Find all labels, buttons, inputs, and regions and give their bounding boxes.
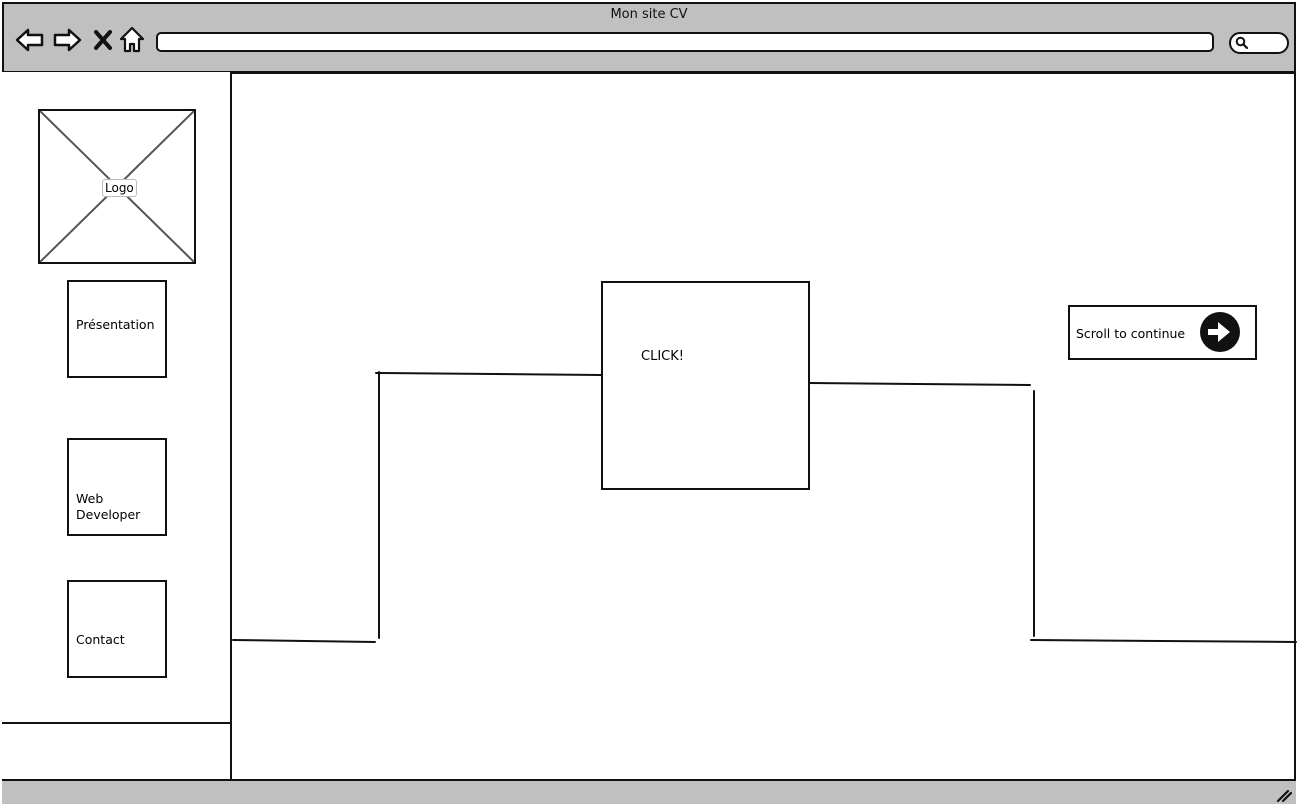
status-bar: [2, 779, 1296, 804]
connector-line: [232, 639, 376, 643]
click-box[interactable]: CLICK!: [601, 281, 810, 490]
scroll-continue-button[interactable]: Scroll to continue: [1068, 305, 1257, 360]
resize-grip-icon[interactable]: [1276, 788, 1292, 802]
connector-line: [1030, 639, 1297, 643]
scroll-continue-label: Scroll to continue: [1076, 326, 1186, 341]
arrow-right-circle-icon: [1200, 312, 1240, 352]
connector-line: [375, 372, 602, 376]
click-label: CLICK!: [641, 349, 684, 364]
connector-line: [809, 382, 1031, 386]
